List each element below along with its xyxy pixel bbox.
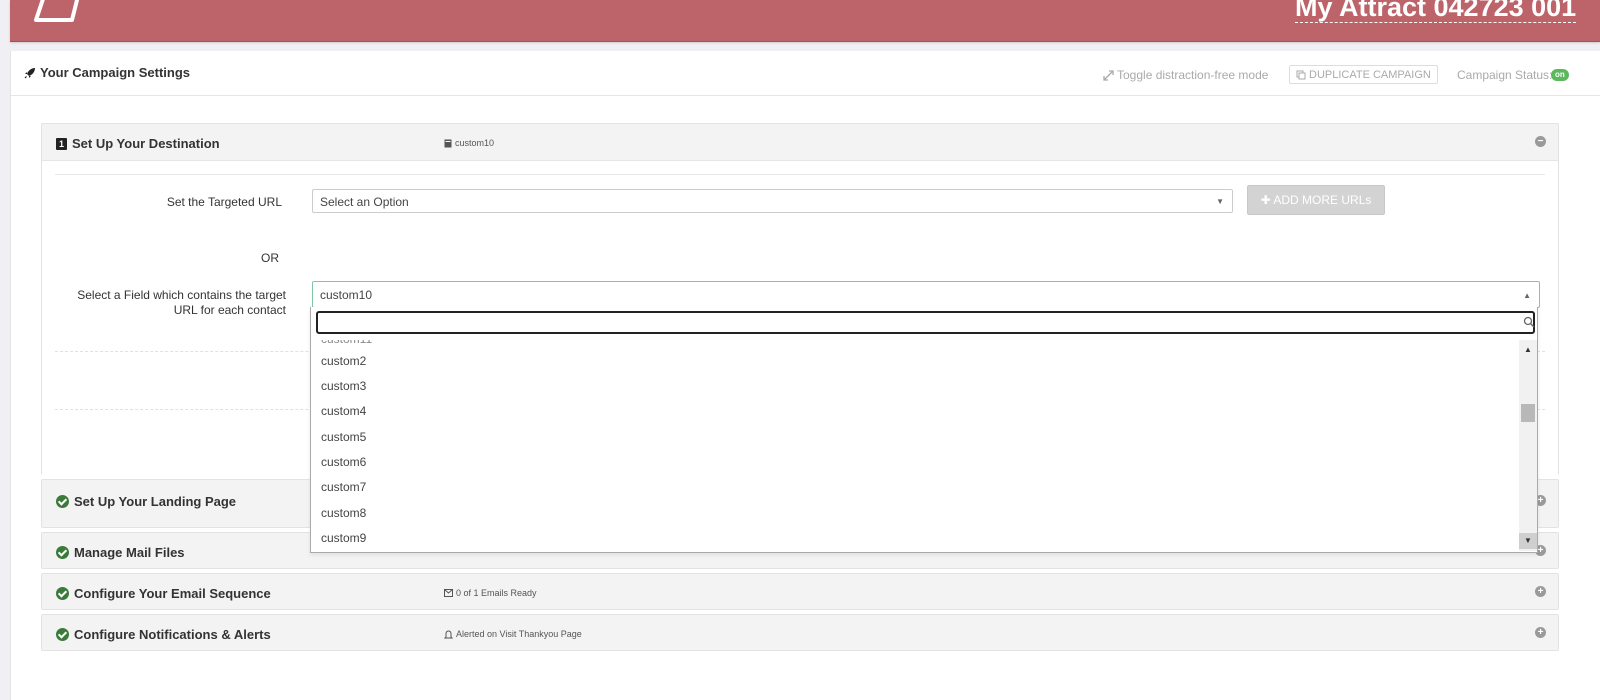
dropdown-option[interactable]: custom5 bbox=[321, 430, 366, 444]
field-select-label: Select a Field which contains the target… bbox=[42, 288, 286, 318]
plus-icon: ✚ bbox=[1260, 193, 1271, 207]
expand-plus-icon[interactable]: + bbox=[1535, 627, 1546, 638]
duplicate-campaign-button[interactable]: DUPLICATE CAMPAIGN bbox=[1289, 65, 1438, 84]
section-email-sequence: Configure Your Email Sequence 0 of 1 Ema… bbox=[41, 573, 1559, 610]
dropdown-option[interactable]: custom11 bbox=[321, 340, 372, 346]
collapse-icon[interactable]: − bbox=[1535, 136, 1546, 147]
dropdown-option[interactable]: custom4 bbox=[321, 404, 366, 418]
section-meta: custom10 bbox=[444, 138, 494, 148]
section-notifications: Configure Notifications & Alerts Alerted… bbox=[41, 614, 1559, 651]
dropdown-option[interactable]: custom8 bbox=[321, 506, 366, 520]
bell-icon bbox=[444, 629, 453, 638]
field-select[interactable]: custom10 ▲ bbox=[312, 281, 1540, 308]
field-label-line2: URL for each contact bbox=[173, 303, 286, 317]
top-header: My Attract 042723 001 bbox=[10, 0, 1600, 42]
check-circle-icon bbox=[56, 546, 69, 559]
check-circle-icon bbox=[56, 495, 69, 508]
section-meta-label: Alerted on Visit Thankyou Page bbox=[456, 629, 582, 639]
settings-title-label: Your Campaign Settings bbox=[40, 65, 190, 80]
section-title: 1 Set Up Your Destination bbox=[56, 136, 220, 151]
check-circle-icon bbox=[56, 628, 69, 641]
dropdown-options-list: custom11 custom2 custom3 custom4 custom5… bbox=[311, 340, 1519, 551]
section-meta-label: 0 of 1 Emails Ready bbox=[456, 588, 537, 598]
scroll-down-icon[interactable]: ▼ bbox=[1519, 533, 1537, 549]
envelope-icon bbox=[444, 589, 453, 597]
dropdown-option[interactable]: custom2 bbox=[321, 354, 366, 368]
dropdown-scrollbar[interactable]: ▲ ▼ bbox=[1519, 340, 1537, 551]
book-icon bbox=[444, 139, 452, 147]
targeted-url-placeholder: Select an Option bbox=[320, 195, 409, 209]
campaign-status-label: Campaign Status: bbox=[1457, 68, 1553, 82]
field-label-line1: Select a Field which contains the target bbox=[77, 288, 286, 302]
page-title[interactable]: My Attract 042723 001 bbox=[1295, 0, 1577, 23]
campaign-status-toggle[interactable]: on bbox=[1551, 69, 1569, 81]
toggle-distraction-free[interactable]: Toggle distraction-free mode bbox=[1103, 68, 1268, 82]
field-select-value: custom10 bbox=[320, 288, 373, 302]
section-meta: 0 of 1 Emails Ready bbox=[444, 588, 537, 598]
targeted-url-label: Set the Targeted URL bbox=[166, 195, 282, 209]
logo-icon bbox=[34, 0, 80, 22]
section-email-sequence-header[interactable]: Configure Your Email Sequence 0 of 1 Ema… bbox=[42, 574, 1558, 610]
section-title: Manage Mail Files bbox=[56, 545, 185, 560]
expand-plus-icon[interactable]: + bbox=[1535, 586, 1546, 597]
targeted-url-select[interactable]: Select an Option ▼ bbox=[312, 189, 1233, 213]
expand-icon bbox=[1103, 69, 1114, 81]
search-icon bbox=[1523, 316, 1535, 328]
dropdown-option[interactable]: custom9 bbox=[321, 531, 366, 545]
divider bbox=[55, 174, 1545, 175]
duplicate-label: DUPLICATE CAMPAIGN bbox=[1309, 68, 1431, 81]
section-title-label: Manage Mail Files bbox=[74, 545, 185, 560]
settings-title: Your Campaign Settings bbox=[24, 65, 190, 80]
dropdown-search-input[interactable] bbox=[316, 311, 1535, 334]
section-title: Configure Notifications & Alerts bbox=[56, 627, 271, 642]
section-destination-header[interactable]: 1 Set Up Your Destination custom10 − bbox=[42, 124, 1558, 160]
scrollbar-thumb[interactable] bbox=[1521, 404, 1535, 422]
section-title: Configure Your Email Sequence bbox=[56, 586, 271, 601]
add-more-urls-label: ADD MORE URLs bbox=[1273, 193, 1372, 207]
dropdown-option[interactable]: custom7 bbox=[321, 480, 366, 494]
section-title: Set Up Your Landing Page bbox=[56, 494, 236, 509]
caret-down-icon: ▼ bbox=[1216, 197, 1224, 206]
dropdown-option[interactable]: custom3 bbox=[321, 379, 366, 393]
section-title-label: Set Up Your Destination bbox=[72, 136, 220, 151]
section-meta-label: custom10 bbox=[455, 138, 495, 148]
field-select-dropdown: custom11 custom2 custom3 custom4 custom5… bbox=[310, 307, 1538, 553]
check-circle-icon bbox=[56, 587, 69, 600]
caret-up-icon: ▲ bbox=[1523, 291, 1531, 300]
copy-icon bbox=[1296, 70, 1306, 79]
settings-bar: Your Campaign Settings Toggle distractio… bbox=[11, 51, 1600, 96]
scroll-up-icon[interactable]: ▲ bbox=[1519, 342, 1537, 358]
dropdown-option[interactable]: custom6 bbox=[321, 455, 366, 469]
section-notifications-header[interactable]: Configure Notifications & Alerts Alerted… bbox=[42, 615, 1558, 651]
step-number-badge: 1 bbox=[56, 137, 67, 150]
rocket-icon bbox=[24, 67, 35, 78]
section-title-label: Configure Your Email Sequence bbox=[74, 586, 271, 601]
section-title-label: Set Up Your Landing Page bbox=[74, 494, 237, 509]
add-more-urls-button[interactable]: ✚ ADD MORE URLs bbox=[1247, 185, 1385, 215]
section-meta: Alerted on Visit Thankyou Page bbox=[444, 629, 582, 639]
or-label: OR bbox=[261, 251, 279, 265]
toggle-mode-label: Toggle distraction-free mode bbox=[1117, 68, 1269, 82]
section-title-label: Configure Notifications & Alerts bbox=[74, 627, 271, 642]
